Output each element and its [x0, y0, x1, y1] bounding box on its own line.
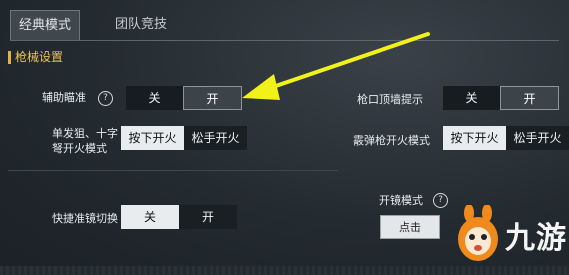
shotgun-fire-label: 霰弹枪开火模式 [353, 134, 430, 147]
arrow-shaft [262, 32, 430, 92]
tab-classic-mode[interactable]: 经典模式 [10, 10, 80, 40]
arrow-head [242, 74, 280, 100]
wall-hint-on-option[interactable]: 开 [500, 86, 559, 110]
wall-hint-toggle: 关 开 [443, 86, 559, 110]
scope-mode-click-button[interactable]: 点击 [380, 215, 440, 239]
help-icon[interactable]: ? [98, 91, 113, 106]
aim-assist-on-option[interactable]: 开 [183, 86, 242, 110]
annotation-arrow [242, 32, 430, 100]
sniper-fire-label-line2: 弩开火模式 [52, 142, 107, 155]
tab-team-deathmatch[interactable]: 团队竞技 [96, 10, 186, 40]
jiuyou-logo-icon [458, 205, 498, 261]
scope-mode-help-icon[interactable]: ? [433, 193, 448, 208]
scope-mode-label: 开镜模式 [379, 194, 423, 207]
section-accent-bar [8, 51, 11, 64]
sniper-fire-mode-toggle: 按下开火 松手开火 [121, 126, 247, 150]
sniper-press-fire-option[interactable]: 按下开火 [121, 126, 184, 150]
aim-assist-toggle: 关 开 [126, 86, 242, 110]
section-title: 枪械设置 [8, 48, 63, 65]
shotgun-fire-mode-toggle: 按下开火 松手开火 [443, 126, 569, 150]
scope-switch-off-option[interactable]: 关 [121, 205, 179, 229]
scope-switch-toggle: 关 开 [121, 205, 237, 229]
aim-assist-off-option[interactable]: 关 [126, 86, 183, 110]
row-divider [8, 170, 338, 171]
sniper-fire-label-line1: 单发狙、十字 [52, 127, 118, 140]
watermark-text: 九游 [505, 221, 567, 256]
shotgun-release-fire-option[interactable]: 松手开火 [506, 126, 569, 150]
scope-switch-label: 快捷准镜切换 [52, 212, 118, 225]
scope-switch-on-option[interactable]: 开 [179, 205, 237, 229]
section-title-text: 枪械设置 [15, 50, 64, 64]
shotgun-press-fire-option[interactable]: 按下开火 [443, 126, 506, 150]
sniper-release-fire-option[interactable]: 松手开火 [184, 126, 247, 150]
bottom-texture [0, 266, 569, 275]
aim-assist-label: 辅助瞄准 [42, 91, 86, 104]
wall-hint-off-option[interactable]: 关 [443, 86, 500, 110]
